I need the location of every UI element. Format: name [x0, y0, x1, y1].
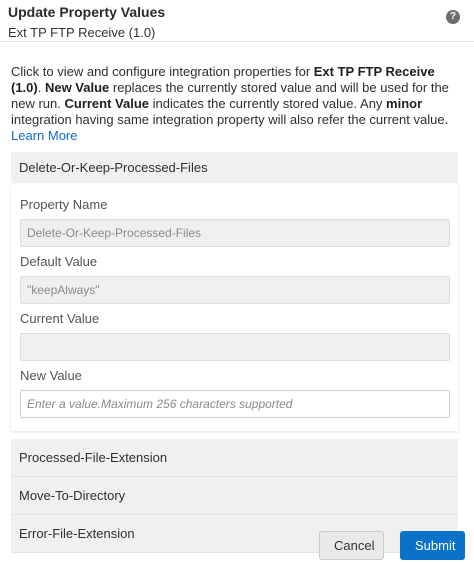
- intro-current-value-term: Current Value: [64, 96, 150, 111]
- intro-segment: Click to view and configure integration …: [11, 64, 314, 79]
- property-header-delete-or-keep-processed-files[interactable]: Delete-Or-Keep-Processed-Files: [11, 152, 458, 184]
- new-value-label: New Value: [20, 368, 82, 383]
- property-name-label: Property Name: [20, 197, 108, 212]
- intro-minor-term: minor: [386, 96, 423, 111]
- dialog-subtitle: Ext TP FTP Receive (1.0): [8, 25, 156, 40]
- default-value-label: Default Value: [20, 254, 98, 269]
- dialog-title: Update Property Values: [8, 4, 166, 20]
- intro-segment: integration having same integration prop…: [11, 112, 449, 127]
- dialog-header: Update Property Values Ext TP FTP Receiv…: [0, 0, 474, 42]
- intro-segment: indicates the currently stored value. An…: [149, 96, 387, 111]
- property-header-processed-file-extension[interactable]: Processed-File-Extension: [11, 439, 458, 477]
- help-icon[interactable]: ?: [446, 10, 460, 24]
- dialog-footer: Cancel Submit: [319, 531, 465, 560]
- new-value-input[interactable]: [20, 390, 450, 418]
- default-value-field: "keepAlways": [20, 276, 450, 304]
- property-header-move-to-directory[interactable]: Move-To-Directory: [11, 477, 458, 515]
- intro-text: Click to view and configure integration …: [0, 64, 474, 144]
- intro-new-value-term: New Value: [44, 80, 110, 95]
- cancel-button[interactable]: Cancel: [319, 531, 384, 560]
- submit-button[interactable]: Submit: [400, 531, 465, 560]
- current-value-label: Current Value: [20, 311, 100, 326]
- property-detail-panel: Property Name Delete-Or-Keep-Processed-F…: [11, 184, 458, 431]
- learn-more-link[interactable]: Learn More: [11, 128, 77, 143]
- current-value-field: [20, 333, 450, 361]
- property-accordion: Delete-Or-Keep-Processed-Files Property …: [11, 152, 458, 553]
- intro-segment: .: [37, 80, 45, 95]
- property-name-field: Delete-Or-Keep-Processed-Files: [20, 219, 450, 247]
